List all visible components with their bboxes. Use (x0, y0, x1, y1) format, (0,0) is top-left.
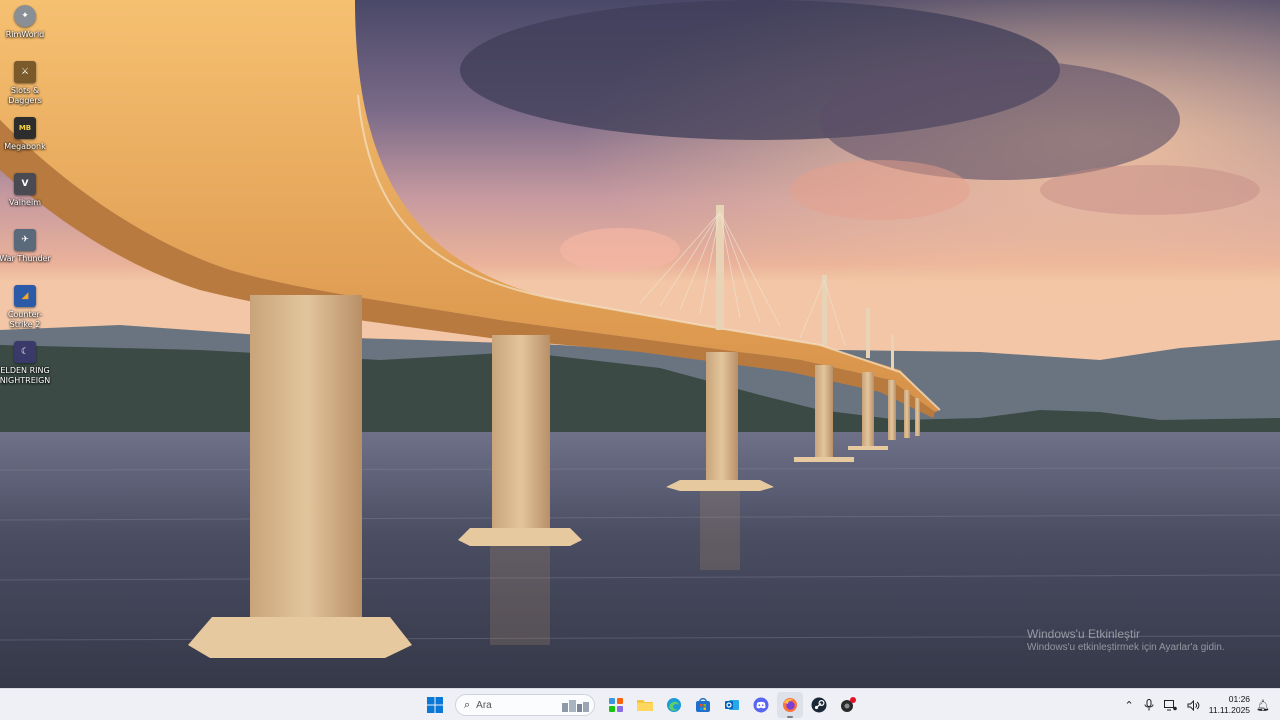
windows-start-icon (426, 697, 443, 713)
microphone-button[interactable] (1144, 699, 1154, 711)
clock-time: 01:26 (1228, 694, 1251, 704)
activation-watermark: Windows'u Etkinleştir Windows'u etkinleş… (1027, 627, 1225, 655)
widgets-icon (608, 698, 623, 712)
desktop-shortcut-war-thunder[interactable]: ✈ War Thunder (0, 229, 51, 264)
steam-icon (811, 697, 826, 713)
megabonk-icon: MB (14, 117, 36, 139)
search-highlight-icon (562, 700, 589, 712)
counter-strike-icon: ◢ (14, 285, 36, 307)
taskbar: ⌕ Ara ⌃ 01:26 11.11.2025 🔔︎ (0, 688, 1280, 720)
search-icon: ⌕ (464, 698, 471, 711)
firefox-icon (782, 698, 797, 712)
app-notification-icon (840, 697, 856, 712)
desktop-shortcut-label: RimWorld (5, 30, 45, 39)
desktop-shortcut-slots-daggers[interactable]: ⚔ Slots & Daggers (0, 61, 50, 106)
desktop-shortcut-counter-strike[interactable]: ◢ Counter-Strike 2 (0, 285, 50, 330)
slots-daggers-icon: ⚔ (14, 61, 36, 83)
taskbar-apps: ⌕ Ara (420, 692, 862, 718)
system-tray: ⌃ 01:26 11.11.2025 🔔︎ (1120, 689, 1280, 721)
desktop-shortcut-elden-ring[interactable]: ☾ ELDEN RING NIGHTREIGN (0, 341, 50, 386)
desktop-shortcut-label: Counter-Strike 2 (7, 310, 43, 329)
valheim-icon: V (14, 173, 36, 195)
file-explorer-button[interactable] (632, 692, 658, 718)
volume-button[interactable] (1187, 699, 1200, 711)
elden-ring-icon: ☾ (14, 341, 36, 363)
notifications-button[interactable]: 🔔︎ (1256, 699, 1270, 712)
desktop-shortcut-megabonk[interactable]: MB Megabonk (0, 117, 50, 152)
steam-button[interactable] (806, 692, 832, 718)
war-thunder-icon: ✈ (14, 229, 36, 251)
rimworld-icon: ✦ (14, 5, 36, 27)
outlook-button[interactable] (719, 692, 745, 718)
desktop-wallpaper (0, 0, 1280, 688)
outlook-icon (724, 700, 739, 710)
desktop-shortcut-valheim[interactable]: V Valheim (0, 173, 50, 208)
desktop-shortcut-label: Slots & Daggers (8, 86, 42, 105)
network-icon (1163, 699, 1177, 710)
volume-icon (1187, 699, 1200, 711)
bell-icon: 🔔︎ (1256, 698, 1270, 712)
store-button[interactable] (690, 692, 716, 718)
edge-button[interactable] (661, 692, 687, 718)
folder-icon (636, 700, 653, 711)
clock-date: 11.11.2025 (1208, 705, 1251, 715)
discord-icon (753, 697, 768, 713)
search-box[interactable]: ⌕ Ara (455, 694, 595, 716)
desktop-shortcut-label: Valheim (9, 198, 41, 207)
watermark-subtitle: Windows'u etkinleştirmek için Ayarlar'a … (1027, 642, 1225, 653)
edge-icon (666, 698, 681, 712)
clock[interactable]: 01:26 11.11.2025 (1209, 694, 1250, 716)
start-button[interactable] (422, 692, 448, 718)
network-button[interactable] (1163, 699, 1177, 711)
desktop-shortcut-label: Megabonk (4, 142, 46, 151)
desktop-shortcut-label: ELDEN RING NIGHTREIGN (0, 366, 51, 385)
desktop-shortcut-rimworld[interactable]: ✦ RimWorld (0, 5, 50, 40)
app-button[interactable] (835, 692, 861, 718)
watermark-title: Windows'u Etkinleştir (1027, 627, 1140, 641)
firefox-button[interactable] (776, 692, 803, 718)
discord-button[interactable] (748, 692, 774, 718)
desktop-shortcut-label: War Thunder (0, 254, 51, 263)
microphone-icon (1144, 699, 1154, 711)
widgets-button[interactable] (603, 692, 629, 718)
store-icon (695, 698, 710, 712)
show-hidden-icons-button[interactable]: ⌃ (1125, 699, 1134, 712)
search-placeholder: Ara (476, 699, 492, 711)
chevron-up-icon: ⌃ (1124, 698, 1134, 712)
